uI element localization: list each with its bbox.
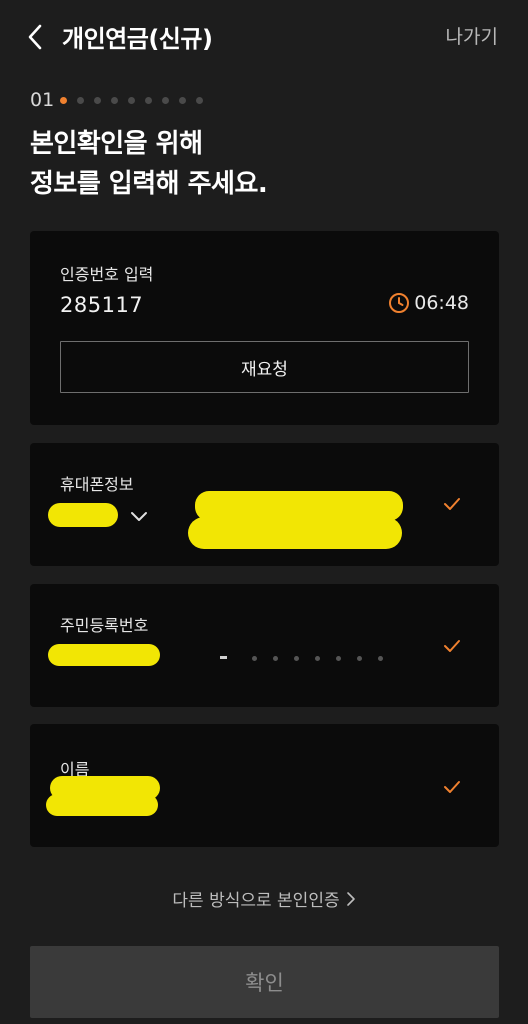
phone-label: 휴대폰정보 [60, 475, 134, 494]
verification-card: 인증번호 입력 285117 06:48 재요청 [30, 231, 499, 425]
step-dot [145, 96, 153, 104]
clock-icon [389, 293, 410, 313]
step-dot-active [60, 96, 68, 104]
redacted-phone-number [188, 517, 402, 549]
rrn-card[interactable]: 주민등록번호 [30, 584, 499, 707]
step-dot [94, 96, 102, 104]
check-icon [444, 781, 460, 793]
masked-digit [336, 656, 341, 661]
masked-digit [357, 656, 362, 661]
chevron-right-icon [346, 891, 355, 906]
step-indicator: 01 [30, 88, 213, 112]
masked-digit [273, 656, 278, 661]
resend-button[interactable]: 재요청 [60, 341, 469, 393]
phone-info-card[interactable]: 휴대폰정보 [30, 443, 499, 566]
confirm-button[interactable]: 확인 [30, 946, 499, 1018]
check-icon [444, 640, 460, 652]
back-button[interactable] [22, 20, 52, 54]
step-dot [128, 96, 136, 104]
masked-digit [294, 656, 299, 661]
masked-digit [315, 656, 320, 661]
verification-label: 인증번호 입력 [60, 265, 154, 284]
redacted-rrn [48, 644, 160, 666]
step-number: 01 [30, 89, 55, 111]
redacted-carrier [48, 503, 118, 527]
verification-code-input[interactable]: 285117 [60, 293, 143, 317]
page-headline: 본인확인을 위해 정보를 입력해 주세요. [30, 129, 268, 199]
timer-text: 06:48 [414, 292, 469, 314]
step-dot [77, 96, 85, 104]
chevron-left-icon [28, 24, 42, 50]
step-dot [111, 96, 119, 104]
rrn-hidden-digits [252, 656, 399, 661]
exit-button[interactable]: 나가기 [446, 22, 498, 49]
alternative-auth-link[interactable]: 다른 방식으로 본인인증 [0, 886, 528, 911]
masked-digit [378, 656, 383, 661]
name-card[interactable]: 이름 [30, 724, 499, 847]
step-dot [179, 96, 187, 104]
rrn-label: 주민등록번호 [60, 616, 149, 635]
check-icon [444, 498, 460, 510]
redacted-name [46, 794, 158, 816]
alternative-auth-label: 다른 방식으로 본인인증 [172, 891, 340, 911]
step-dot [162, 96, 170, 104]
chevron-down-icon[interactable] [130, 510, 148, 522]
countdown-timer: 06:48 [388, 292, 469, 314]
step-dot [196, 96, 204, 104]
masked-digit [252, 656, 257, 661]
page-title: 개인연금(신규) [62, 25, 213, 53]
rrn-separator [220, 656, 227, 659]
app-header: 개인연금(신규) 나가기 [0, 0, 528, 72]
